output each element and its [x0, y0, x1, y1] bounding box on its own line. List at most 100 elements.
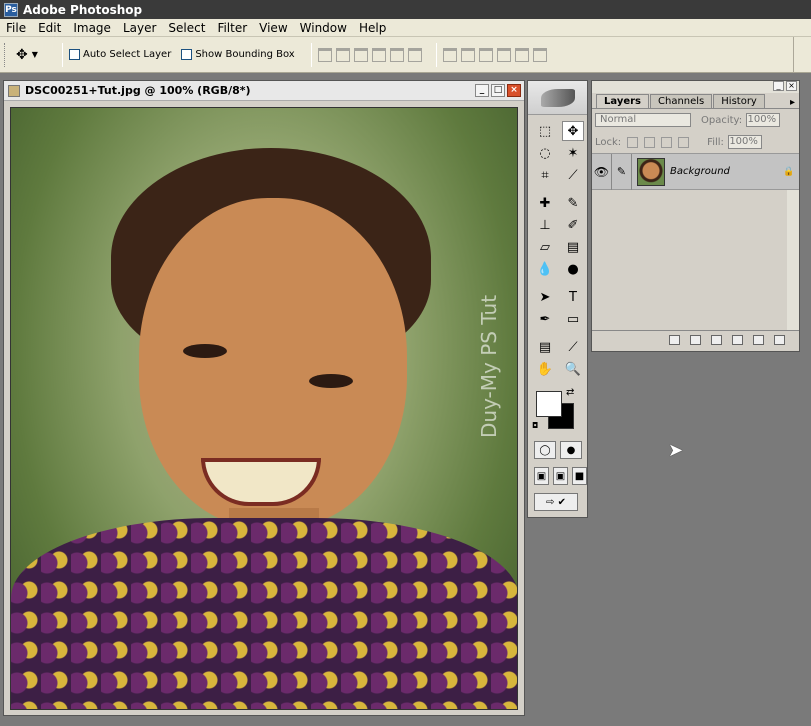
menu-image[interactable]: Image — [67, 21, 117, 35]
menu-filter[interactable]: Filter — [211, 21, 253, 35]
close-icon[interactable]: × — [786, 81, 797, 91]
healing-brush-tool-icon[interactable]: ✚ — [534, 193, 556, 213]
history-brush-tool-icon[interactable]: ✐ — [562, 215, 584, 235]
fill-field[interactable]: 100% — [727, 135, 762, 149]
default-colors-icon[interactable]: ◘ — [532, 421, 538, 430]
options-grip[interactable] — [4, 42, 8, 67]
tab-channels[interactable]: Channels — [650, 94, 713, 108]
lock-transparency-icon[interactable] — [627, 136, 639, 148]
menu-help[interactable]: Help — [353, 21, 392, 35]
blend-mode-select[interactable]: Normal — [595, 113, 691, 127]
path-selection-tool-icon[interactable]: ➤ — [534, 287, 556, 307]
layer-row[interactable]: 👁 ✎ Background 🔒 — [592, 153, 799, 190]
auto-select-layer-checkbox[interactable]: Auto Select Layer — [69, 49, 171, 60]
shape-tool-icon[interactable]: ▭ — [562, 309, 584, 329]
options-bar: ✥ ▼ Auto Select Layer Show Bounding Box — [0, 37, 811, 73]
blur-tool-icon[interactable]: 💧 — [534, 259, 556, 279]
checkbox-box[interactable] — [69, 49, 80, 60]
align-left-edges-icon[interactable] — [371, 47, 386, 62]
menu-view[interactable]: View — [253, 21, 293, 35]
foreground-color-swatch[interactable] — [536, 391, 562, 417]
minimize-icon[interactable]: _ — [773, 81, 784, 91]
visibility-eye-icon[interactable]: 👁 — [592, 153, 612, 190]
type-tool-icon[interactable]: T — [562, 287, 584, 307]
trash-icon[interactable] — [774, 334, 785, 345]
lock-image-icon[interactable] — [644, 136, 656, 148]
lock-all-icon[interactable] — [678, 136, 690, 148]
layer-brush-icon[interactable]: ✎ — [612, 153, 632, 190]
checkbox-box[interactable] — [181, 49, 193, 60]
magic-wand-tool-icon[interactable]: ✶ — [562, 143, 584, 163]
marquee-tool-icon[interactable]: ⬚ — [534, 121, 556, 141]
distribute-top-icon[interactable] — [442, 47, 457, 62]
tab-layers[interactable]: Layers — [596, 94, 649, 108]
document-title-bar[interactable]: DSC00251+Tut.jpg @ 100% (RGB/8*) _ □ × — [4, 81, 524, 101]
tab-history[interactable]: History — [713, 94, 765, 108]
clone-stamp-tool-icon[interactable]: ⊥ — [534, 215, 556, 235]
lasso-tool-icon[interactable]: ◌ — [534, 143, 556, 163]
align-horizontal-centers-icon[interactable] — [389, 47, 404, 62]
brush-tool-icon[interactable]: ✎ — [562, 193, 584, 213]
minimize-icon[interactable]: _ — [475, 84, 489, 97]
align-vertical-centers-icon[interactable] — [335, 47, 350, 62]
full-screen-mode-icon[interactable]: ■ — [572, 467, 587, 485]
slice-tool-icon[interactable]: ⟋ — [562, 165, 584, 185]
move-tool-icon[interactable]: ✥ — [562, 121, 584, 141]
lock-position-icon[interactable] — [661, 136, 673, 148]
fill-label: Fill: — [707, 136, 724, 148]
distribute-center-icon[interactable] — [460, 47, 475, 62]
distribute-right-icon[interactable] — [532, 47, 547, 62]
dodge-tool-icon[interactable]: ● — [562, 259, 584, 279]
panel-menu-arrow-icon[interactable]: ▸ — [790, 97, 799, 108]
close-icon[interactable]: × — [507, 84, 521, 97]
opacity-field[interactable]: 100% — [746, 113, 781, 127]
crop-tool-icon[interactable]: ⌗ — [534, 165, 556, 185]
adjustment-layer-icon[interactable] — [732, 334, 743, 345]
distribute-bottom-icon[interactable] — [478, 47, 493, 62]
align-top-edges-icon[interactable] — [317, 47, 332, 62]
menu-edit[interactable]: Edit — [32, 21, 67, 35]
notes-tool-icon[interactable]: ▤ — [534, 337, 556, 357]
standard-mode-icon[interactable]: ◯ — [534, 441, 556, 459]
window-buttons: _ □ × — [475, 84, 521, 97]
palette-well[interactable] — [793, 37, 811, 73]
quick-mask-mode-icon[interactable]: ● — [560, 441, 582, 459]
full-screen-menu-mode-icon[interactable]: ▣ — [553, 467, 568, 485]
image-canvas[interactable]: Duy-My PS Tut — [10, 107, 518, 710]
jump-to-imageready-icon[interactable]: ⇨ ✔ — [534, 493, 578, 511]
tool-preset-picker[interactable]: ✥ ▼ — [16, 43, 56, 67]
layer-thumbnail — [637, 157, 665, 186]
add-mask-icon[interactable] — [690, 334, 701, 345]
mouse-cursor-icon: ➤ — [668, 440, 684, 461]
menu-layer[interactable]: Layer — [117, 21, 162, 35]
layers-list-empty-area[interactable] — [592, 190, 799, 330]
layer-lock-icon: 🔒 — [783, 166, 795, 177]
standard-screen-mode-icon[interactable]: ▣ — [534, 467, 549, 485]
gradient-tool-icon[interactable]: ▤ — [562, 237, 584, 257]
layer-style-icon[interactable] — [669, 334, 680, 345]
photo-shirt — [11, 518, 517, 709]
eraser-tool-icon[interactable]: ▱ — [534, 237, 556, 257]
menu-select[interactable]: Select — [162, 21, 211, 35]
document-window: DSC00251+Tut.jpg @ 100% (RGB/8*) _ □ × D… — [3, 80, 525, 716]
app-title-bar: Ps Adobe Photoshop — [0, 0, 811, 19]
zoom-tool-icon[interactable]: 🔍 — [562, 359, 584, 379]
menu-window[interactable]: Window — [294, 21, 353, 35]
panel-titlebar[interactable]: _ × — [592, 81, 799, 93]
distribute-hcenter-icon[interactable] — [514, 47, 529, 62]
hand-tool-icon[interactable]: ✋ — [534, 359, 556, 379]
maximize-icon[interactable]: □ — [491, 84, 505, 97]
align-right-edges-icon[interactable] — [407, 47, 422, 62]
photo-eye-left — [183, 344, 227, 358]
swap-colors-icon[interactable]: ⇄ — [566, 387, 574, 398]
pen-tool-icon[interactable]: ✒ — [534, 309, 556, 329]
align-bottom-edges-icon[interactable] — [353, 47, 368, 62]
distribute-left-icon[interactable] — [496, 47, 511, 62]
new-group-icon[interactable] — [711, 334, 722, 345]
new-layer-icon[interactable] — [753, 334, 764, 345]
toolbox-header[interactable] — [528, 81, 587, 115]
menu-file[interactable]: File — [0, 21, 32, 35]
eyedropper-tool-icon[interactable]: ⟋ — [562, 337, 584, 357]
show-bounding-box-checkbox[interactable]: Show Bounding Box — [181, 49, 295, 60]
document-title: DSC00251+Tut.jpg @ 100% (RGB/8*) — [25, 84, 251, 97]
